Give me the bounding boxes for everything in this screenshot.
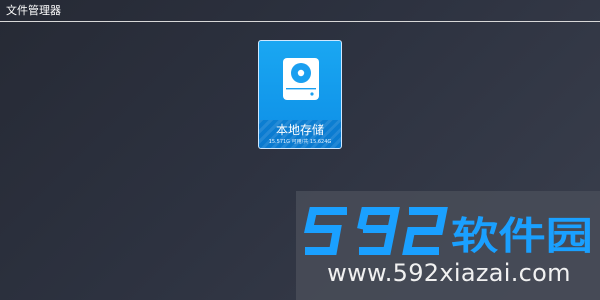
file-manager-screen: 文件管理器 本地存储 15.571G 可用/共 15.624G 软件园 www.… [0,0,600,300]
title-bar: 文件管理器 [0,0,600,22]
storage-capacity: 15.571G 可用/共 15.624G [268,139,332,145]
watermark-url: www.592xiazai.com [327,259,571,287]
app-title: 文件管理器 [6,4,61,17]
storage-label: 本地存储 [275,123,324,137]
hard-disk-icon [283,58,319,100]
local-storage-tile[interactable]: 本地存储 15.571G 可用/共 15.624G [258,40,342,149]
watermark-logo: 软件园 [304,207,593,257]
watermark-logo-text: 软件园 [451,214,593,257]
